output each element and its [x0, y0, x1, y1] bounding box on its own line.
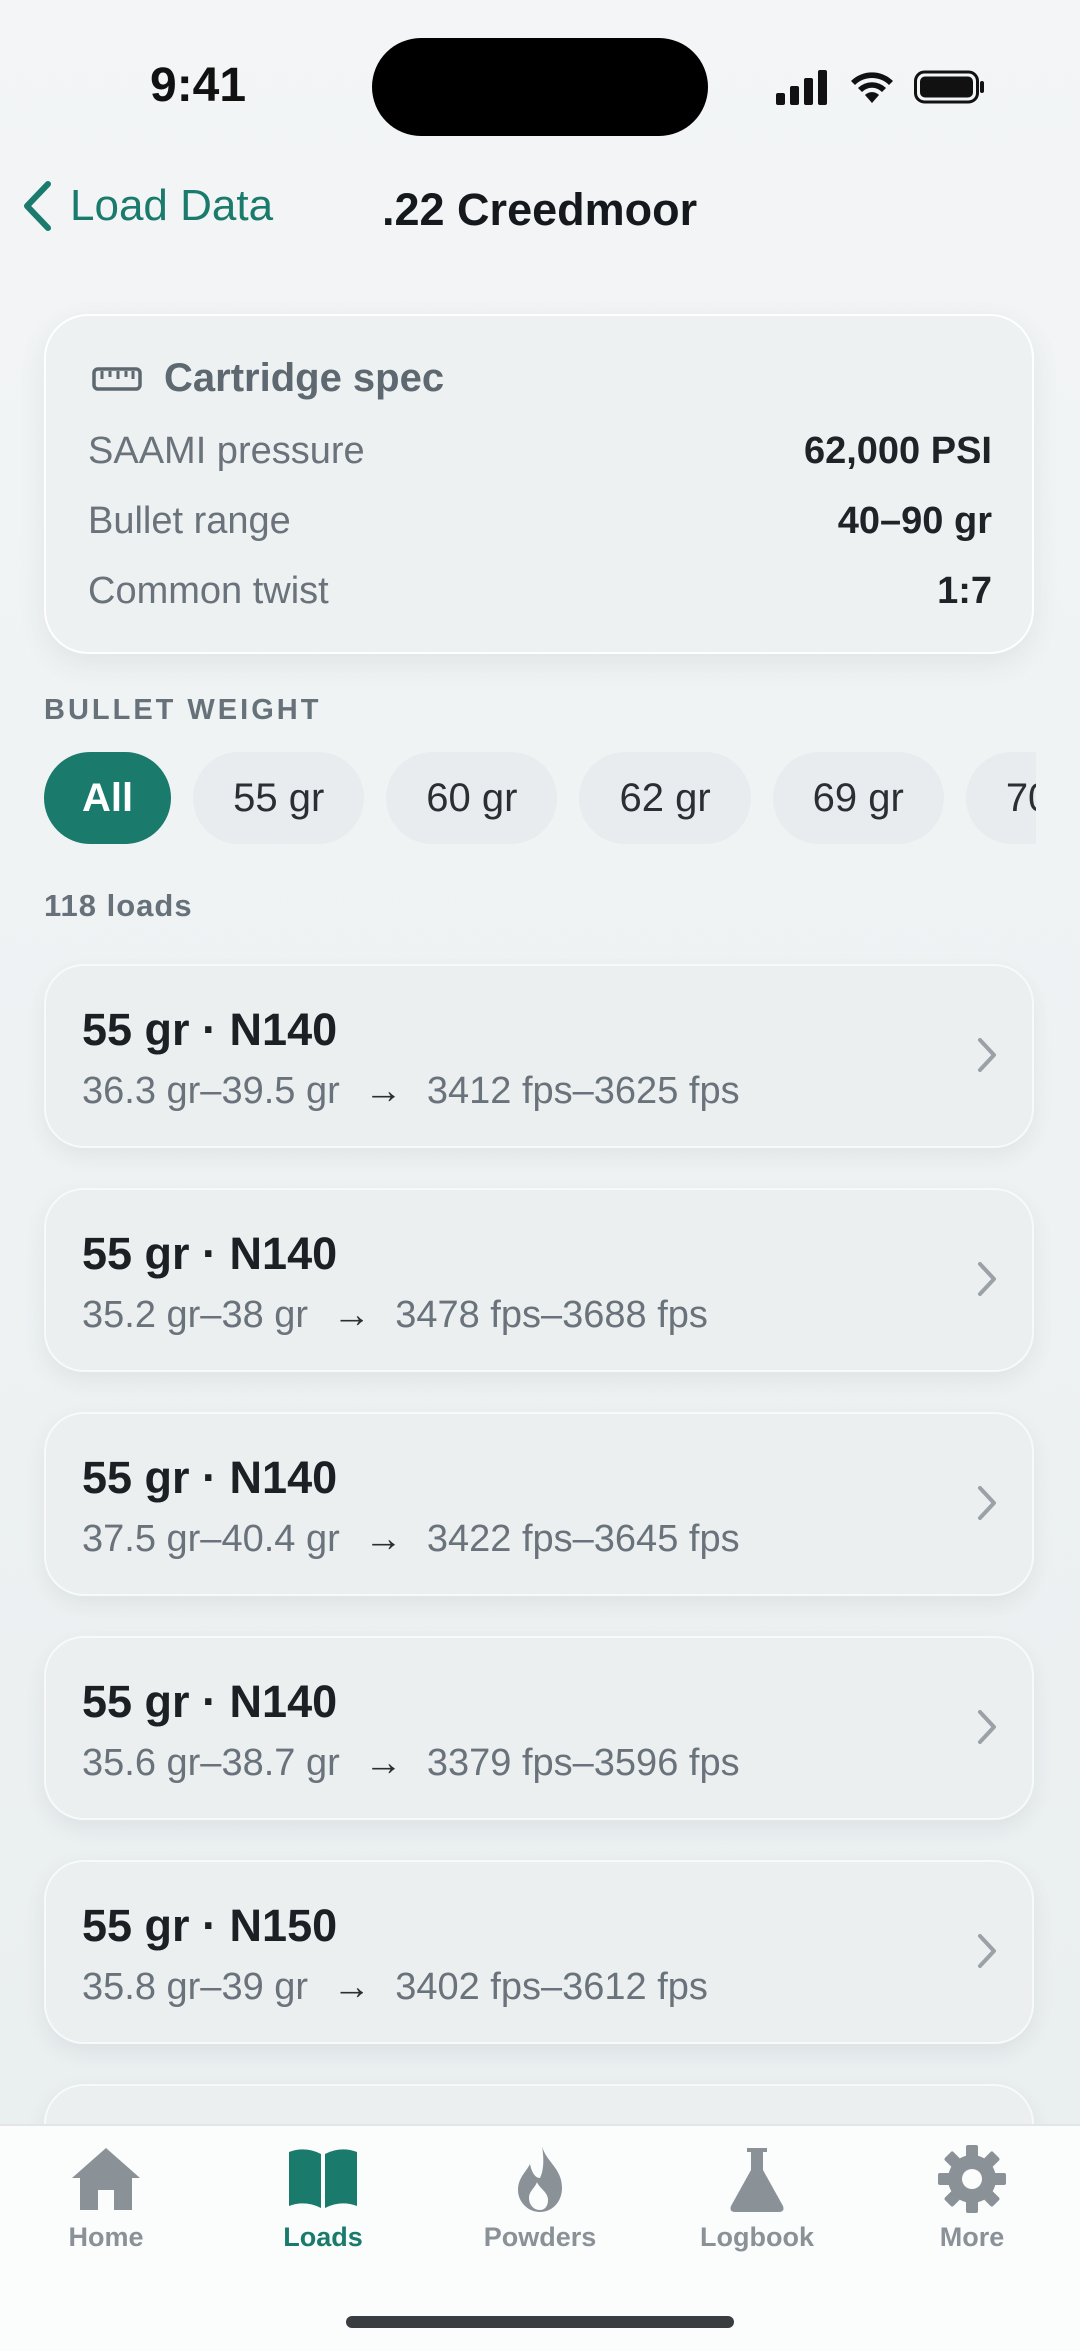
spec-value: 62,000 PSI — [803, 430, 992, 472]
tab-logbook[interactable]: Logbook — [667, 2144, 847, 2284]
spec-value: 1:7 — [937, 570, 992, 612]
spec-label: SAAMI pressure — [88, 430, 365, 472]
load-card[interactable]: 55 gr · N140 37.5 gr–40.4 gr → 3422 fps–… — [44, 1412, 1034, 1596]
spec-row: Common twist 1:7 — [88, 570, 992, 613]
chevron-right-icon — [978, 1934, 996, 1968]
charge-range: 35.6 gr–38.7 gr — [82, 1742, 340, 1784]
charge-range: 37.5 gr–40.4 gr — [82, 1518, 340, 1560]
home-indicator — [346, 2316, 734, 2328]
chip-69-gr[interactable]: 69 gr — [772, 752, 944, 844]
status-bar: 9:41 — [0, 0, 1080, 170]
system-icons — [776, 66, 986, 108]
cartridge-spec-card: Cartridge spec SAAMI pressure 62,000 PSI… — [44, 314, 1034, 654]
velocity-range: 3402 fps–3612 fps — [395, 1966, 708, 2008]
book-icon — [289, 2149, 357, 2208]
velocity-range: 3478 fps–3688 fps — [395, 1294, 708, 1336]
back-button[interactable]: Load Data — [22, 180, 273, 232]
chip-70-gr[interactable]: 70 gr — [965, 752, 1036, 844]
tab-home[interactable]: Home — [16, 2144, 196, 2284]
house-icon — [72, 2148, 140, 2210]
tab-label: More — [939, 2222, 1005, 2252]
arrow-right-icon: → — [364, 1518, 403, 1560]
tab-powders[interactable]: Powders — [450, 2144, 630, 2284]
gear-icon — [938, 2145, 1006, 2213]
load-card[interactable]: 55 gr · N140 35.2 gr–38 gr → 3478 fps–36… — [44, 1188, 1034, 1372]
load-card[interactable]: 55 gr · N140 36.3 gr–39.5 gr → 3412 fps–… — [44, 964, 1034, 1148]
spec-row: Bullet range 40–90 gr — [88, 500, 992, 543]
load-range: 37.5 gr–40.4 gr → 3422 fps–3645 fps — [82, 1518, 740, 1561]
load-range: 36.3 gr–39.5 gr → 3412 fps–3625 fps — [82, 1070, 740, 1113]
ruler-icon — [92, 366, 142, 391]
spec-title: Cartridge spec — [164, 356, 445, 400]
chevron-right-icon — [978, 1262, 996, 1296]
load-title: 55 gr · N150 — [82, 1900, 338, 1951]
charge-range: 35.8 gr–39 gr — [82, 1966, 309, 2008]
tab-label: Loads — [283, 2222, 363, 2252]
load-count: 118 loads — [44, 888, 193, 923]
load-title: 55 gr · N140 — [82, 1452, 338, 1503]
chevron-left-icon — [24, 181, 51, 231]
charge-range: 36.3 gr–39.5 gr — [82, 1070, 340, 1112]
spec-label: Common twist — [88, 570, 329, 612]
load-range: 35.8 gr–39 gr → 3402 fps–3612 fps — [82, 1966, 708, 2009]
chip-62-gr[interactable]: 62 gr — [579, 752, 751, 844]
back-label: Load Data — [70, 181, 274, 230]
tab-loads[interactable]: Loads — [233, 2144, 413, 2284]
tab-more[interactable]: More — [882, 2144, 1062, 2284]
chevron-right-icon — [978, 1710, 996, 1744]
chip-60-gr[interactable]: 60 gr — [386, 752, 558, 844]
load-range: 35.2 gr–38 gr → 3478 fps–3688 fps — [82, 1294, 708, 1337]
dynamic-island — [372, 38, 708, 136]
tab-label: Home — [68, 2222, 144, 2252]
spec-header: Cartridge spec — [92, 356, 444, 401]
load-card[interactable]: 55 gr · N140 35.6 gr–38.7 gr → 3379 fps–… — [44, 1636, 1034, 1820]
chip-all[interactable]: All — [44, 752, 172, 844]
spec-row: SAAMI pressure 62,000 PSI — [88, 430, 992, 473]
cellular-signal-icon — [776, 70, 827, 105]
status-time: 9:41 — [150, 59, 247, 112]
spec-label: Bullet range — [88, 500, 291, 542]
flame-icon — [518, 2146, 562, 2212]
navigation-bar: Load Data .22 Creedmoor — [0, 170, 1080, 250]
load-title: 55 gr · N140 — [82, 1004, 338, 1055]
bullet-weight-label: BULLET WEIGHT — [44, 694, 322, 726]
arrow-right-icon: → — [364, 1070, 403, 1112]
weight-filter-chips: All 55 gr 60 gr 62 gr 69 gr 70 gr — [44, 752, 1036, 844]
tab-label: Powders — [483, 2222, 597, 2252]
chevron-right-icon — [978, 1486, 996, 1520]
velocity-range: 3379 fps–3596 fps — [426, 1742, 740, 1784]
page-title: .22 Creedmoor — [382, 184, 698, 235]
tab-label: Logbook — [700, 2222, 814, 2252]
load-card[interactable]: 55 gr · N150 35.8 gr–39 gr → 3402 fps–36… — [44, 1860, 1034, 2044]
load-title: 55 gr · N140 — [82, 1676, 338, 1727]
arrow-right-icon: → — [364, 1742, 403, 1784]
flask-icon — [730, 2148, 784, 2212]
chip-55-gr[interactable]: 55 gr — [193, 752, 365, 844]
battery-icon — [914, 70, 984, 104]
wifi-icon — [851, 72, 893, 103]
charge-range: 35.2 gr–38 gr — [82, 1294, 309, 1336]
velocity-range: 3422 fps–3645 fps — [426, 1518, 740, 1560]
chevron-right-icon — [978, 1038, 996, 1072]
arrow-right-icon: → — [332, 1294, 371, 1336]
load-range: 35.6 gr–38.7 gr → 3379 fps–3596 fps — [82, 1742, 740, 1785]
spec-value: 40–90 gr — [837, 500, 992, 542]
velocity-range: 3412 fps–3625 fps — [426, 1070, 740, 1112]
arrow-right-icon: → — [332, 1966, 371, 2008]
load-title: 55 gr · N140 — [82, 1228, 338, 1279]
